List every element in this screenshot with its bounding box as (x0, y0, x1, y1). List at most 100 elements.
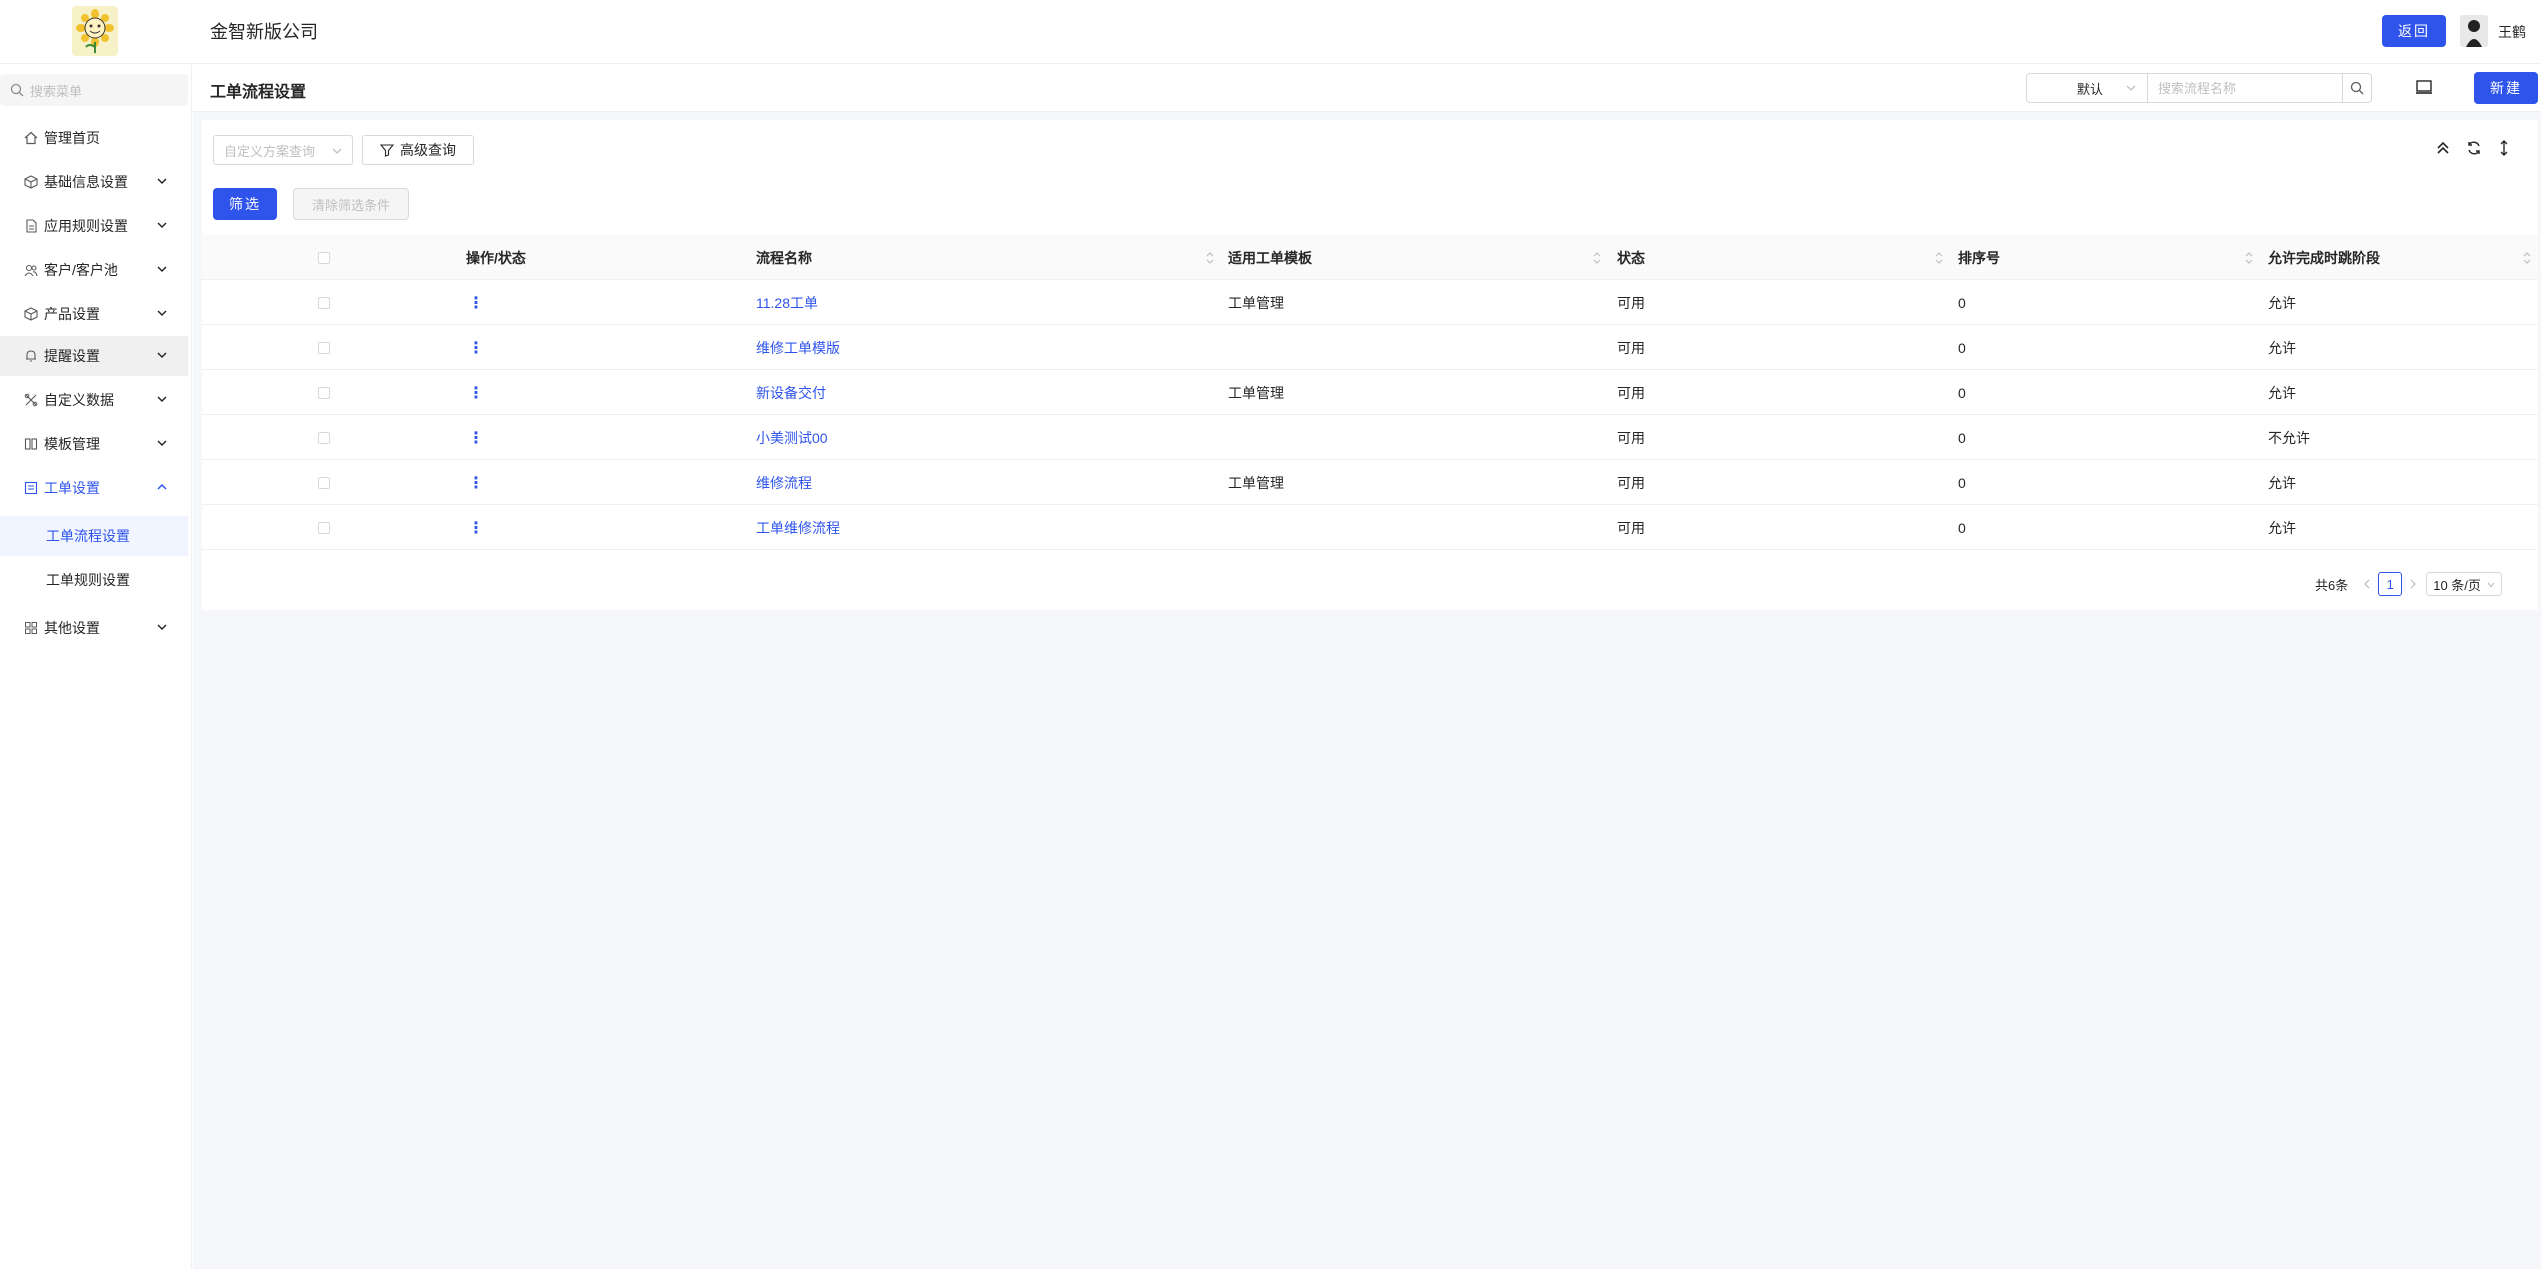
sidebar-item-basic-info[interactable]: 基础信息设置 (0, 162, 188, 202)
sidebar-item-reminders[interactable]: 提醒设置 (0, 336, 188, 376)
sort-icon[interactable] (1934, 251, 1944, 265)
company-name: 金智新版公司 (210, 22, 318, 42)
next-page-icon[interactable] (2408, 578, 2418, 590)
sidebar-item-label: 提醒设置 (44, 348, 100, 364)
advanced-query-button[interactable]: 高级查询 (362, 135, 474, 165)
table-row[interactable]: ⋮ 小美测试00 可用 0 不允许 (202, 415, 2538, 460)
allow-skip-cell: 允许 (2268, 294, 2296, 311)
table-row[interactable]: ⋮ 工单维修流程 可用 0 允许 (202, 505, 2538, 550)
sidebar-item-label: 其他设置 (44, 620, 100, 636)
custom-query-placeholder: 自定义方案查询 (224, 143, 316, 159)
more-actions-icon[interactable]: ⋮ (468, 383, 484, 403)
column-header-status[interactable]: 状态 (1617, 235, 1645, 280)
collapse-up-icon[interactable] (2435, 140, 2451, 156)
flow-name-link[interactable]: 新设备交付 (756, 383, 826, 403)
flow-name-link[interactable]: 11.28工单 (756, 293, 818, 313)
status-cell: 可用 (1617, 294, 1645, 311)
custom-data-icon (24, 393, 38, 407)
page-size-select[interactable]: 10 条/页 (2426, 572, 2502, 596)
order-cell: 0 (1958, 384, 1966, 401)
more-actions-icon[interactable]: ⋮ (468, 338, 484, 358)
sidebar-item-custom-data[interactable]: 自定义数据 (0, 380, 188, 420)
template-cell: 工单管理 (1228, 384, 1284, 401)
sort-icon[interactable] (2522, 251, 2532, 265)
monitor-icon[interactable] (2415, 79, 2433, 95)
sidebar-item-app-rules[interactable]: 应用规则设置 (0, 206, 188, 246)
template-cell: 工单管理 (1228, 474, 1284, 491)
row-checkbox[interactable] (318, 521, 330, 534)
status-cell: 可用 (1617, 339, 1645, 356)
row-checkbox[interactable] (318, 476, 330, 489)
menu-search-input[interactable]: 搜索菜单 (0, 74, 188, 106)
prev-page-icon[interactable] (2362, 578, 2372, 590)
users-icon (24, 263, 38, 277)
back-button[interactable]: 返回 (2382, 15, 2446, 47)
new-button[interactable]: 新建 (2474, 72, 2538, 104)
table-row[interactable]: ⋮ 11.28工单 工单管理 可用 0 允许 (202, 280, 2538, 325)
table-row[interactable]: ⋮ 维修流程 工单管理 可用 0 允许 (202, 460, 2538, 505)
more-actions-icon[interactable]: ⋮ (468, 473, 484, 493)
flow-table: 操作/状态 流程名称 适用工单模板 状态 排序号 允许完成时跳阶段 ⋮ 11.2… (202, 235, 2538, 550)
select-all-cell[interactable] (318, 235, 330, 280)
sort-icon[interactable] (1592, 251, 1602, 265)
page-title: 工单流程设置 (210, 84, 307, 101)
flow-name-link[interactable]: 维修流程 (756, 473, 812, 493)
sidebar-subitem-label: 工单规则设置 (46, 572, 130, 588)
sort-icon[interactable] (2244, 251, 2254, 265)
flow-name-link[interactable]: 工单维修流程 (756, 518, 840, 538)
column-header-order[interactable]: 排序号 (1958, 235, 2000, 280)
username[interactable]: 王鹤 (2498, 22, 2526, 42)
sort-icon[interactable] (1205, 251, 1215, 265)
sidebar-subitem-ticket-rules[interactable]: 工单规则设置 (0, 560, 188, 600)
sidebar-item-label: 客户/客户池 (44, 262, 118, 278)
flow-name-link[interactable]: 维修工单模版 (756, 338, 840, 358)
select-all-checkbox[interactable] (318, 251, 330, 264)
sidebar-item-products[interactable]: 产品设置 (0, 294, 188, 334)
order-cell: 0 (1958, 339, 1966, 356)
column-header-template[interactable]: 适用工单模板 (1228, 235, 1312, 280)
more-actions-icon[interactable]: ⋮ (468, 293, 484, 313)
row-checkbox[interactable] (318, 386, 330, 399)
chevron-down-icon (157, 440, 167, 447)
filter-button[interactable]: 筛选 (213, 188, 277, 220)
main-content: 工单流程设置 默认 新建 自定义方案查询 高级查询 筛选 (193, 64, 2541, 1269)
sidebar-item-templates[interactable]: 模板管理 (0, 424, 188, 464)
chevron-down-icon (157, 310, 167, 317)
search-button[interactable] (2342, 73, 2372, 103)
sidebar-item-home[interactable]: 管理首页 (0, 118, 188, 158)
row-checkbox[interactable] (318, 296, 330, 309)
avatar[interactable] (2460, 15, 2488, 47)
table-row[interactable]: ⋮ 维修工单模版 可用 0 允许 (202, 325, 2538, 370)
template-cell: 工单管理 (1228, 294, 1284, 311)
sidebar-item-label: 产品设置 (44, 306, 100, 322)
advanced-query-label: 高级查询 (400, 142, 456, 158)
bell-icon (24, 349, 38, 363)
flow-search-input[interactable] (2147, 73, 2343, 103)
more-actions-icon[interactable]: ⋮ (468, 518, 484, 538)
page-number-current[interactable]: 1 (2378, 572, 2403, 596)
scheme-select[interactable]: 默认 (2026, 73, 2148, 103)
column-header-name[interactable]: 流程名称 (756, 235, 812, 280)
filter-icon (380, 144, 394, 157)
chevron-down-icon (2126, 85, 2136, 91)
sidebar-subitem-ticket-flow[interactable]: 工单流程设置 (0, 516, 188, 556)
sidebar-item-other-settings[interactable]: 其他设置 (0, 608, 188, 648)
table-card: 自定义方案查询 高级查询 筛选 清除筛选条件 操作/状态 流程名称 适用工单模板… (202, 120, 2538, 610)
allow-skip-cell: 允许 (2268, 384, 2296, 401)
sidebar-item-label: 基础信息设置 (44, 174, 128, 190)
row-checkbox[interactable] (318, 431, 330, 444)
logo[interactable] (72, 6, 118, 56)
custom-query-select[interactable]: 自定义方案查询 (213, 135, 353, 165)
more-actions-icon[interactable]: ⋮ (468, 428, 484, 448)
order-cell: 0 (1958, 294, 1966, 311)
flow-name-link[interactable]: 小美测试00 (756, 428, 828, 448)
row-checkbox[interactable] (318, 341, 330, 354)
refresh-icon[interactable] (2466, 140, 2482, 156)
chevron-down-icon (157, 396, 167, 403)
sidebar-item-ticket-settings[interactable]: 工单设置 (0, 468, 188, 508)
column-header-allow-skip[interactable]: 允许完成时跳阶段 (2268, 235, 2380, 280)
column-height-icon[interactable] (2496, 140, 2512, 156)
table-row[interactable]: ⋮ 新设备交付 工单管理 可用 0 允许 (202, 370, 2538, 415)
sidebar-item-customers[interactable]: 客户/客户池 (0, 250, 188, 290)
clear-filters-button[interactable]: 清除筛选条件 (293, 188, 409, 220)
